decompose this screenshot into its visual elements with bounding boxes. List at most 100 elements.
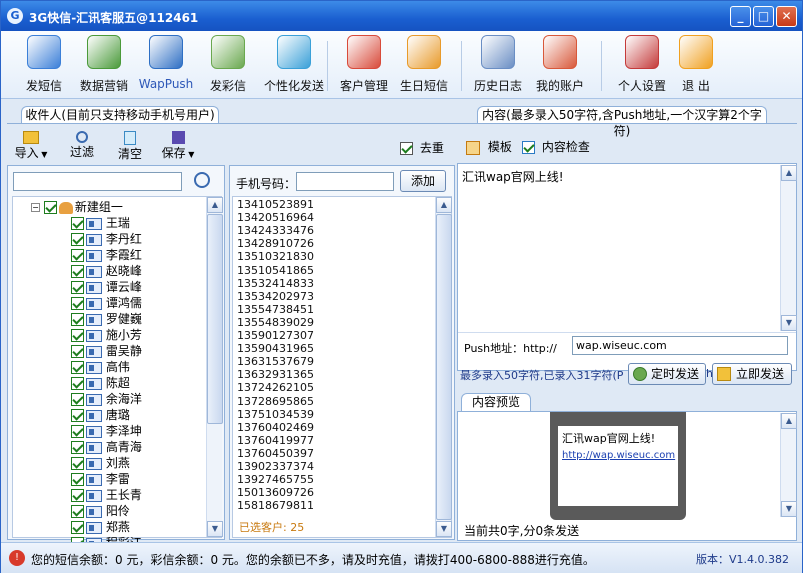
contact-checkbox[interactable] — [71, 489, 84, 502]
contact-checkbox[interactable] — [71, 473, 84, 486]
phone-scrollbar[interactable]: ▲ ▼ — [435, 197, 452, 537]
tree-contact-row[interactable]: 李霞红 — [71, 247, 142, 263]
tree-contact-row[interactable]: 郑燕 — [71, 519, 130, 535]
preview-link[interactable]: http://wap.wiseuc.com — [562, 450, 675, 461]
phone-number-item[interactable]: 13590431965 — [237, 343, 314, 355]
phone-number-item[interactable]: 13902337374 — [237, 461, 314, 473]
filter-button[interactable]: 过滤 — [66, 129, 98, 160]
content-check-button[interactable]: 内容检查 — [522, 138, 590, 155]
recipient-tree[interactable]: − 新建组一 王瑞 李丹红 李霞红 赵晓峰 谭云峰 谭鸿儒 罗健巍 施小芳 雷吴… — [12, 196, 223, 550]
tree-contact-row[interactable]: 高伟 — [71, 359, 130, 375]
tree-contact-row[interactable]: 谭云峰 — [71, 279, 142, 295]
scroll-down-icon[interactable]: ▼ — [781, 315, 797, 331]
tree-contact-row[interactable]: 唐璐 — [71, 407, 130, 423]
contact-checkbox[interactable] — [71, 521, 84, 534]
contact-checkbox[interactable] — [71, 233, 84, 246]
add-number-button[interactable]: 添加 — [400, 170, 446, 192]
phone-number-item[interactable]: 13760402469 — [237, 421, 314, 434]
tab-content[interactable]: 内容(最多录入50字符,含Push地址,一个汉字算2个字符) — [477, 106, 767, 138]
phone-number-item[interactable]: 13554738451 — [237, 303, 314, 316]
contact-checkbox[interactable] — [71, 409, 84, 422]
phone-number-item[interactable]: 13410523891 — [237, 199, 314, 211]
phone-number-item[interactable]: 15013609726 — [237, 487, 314, 499]
contact-checkbox[interactable] — [71, 361, 84, 374]
phone-number-item[interactable]: 13590127307 — [237, 330, 314, 342]
tree-scroll-up-icon[interactable]: ▲ — [207, 197, 223, 213]
toolbar-database-button[interactable]: 数据营销 — [73, 35, 135, 95]
toolbar-exit-button[interactable]: 退 出 — [665, 35, 727, 95]
tab-preview[interactable]: 内容预览 — [461, 393, 531, 411]
phone-number-item[interactable]: 13632931365 — [237, 369, 314, 381]
contact-checkbox[interactable] — [71, 281, 84, 294]
import-button[interactable]: 导入 ▼ — [13, 129, 49, 161]
contact-checkbox[interactable] — [71, 329, 84, 342]
close-button[interactable]: ✕ — [776, 6, 797, 27]
toolbar-mms-button[interactable]: 发彩信 — [197, 35, 259, 95]
collapse-icon[interactable]: − — [31, 203, 40, 212]
contact-checkbox[interactable] — [71, 441, 84, 454]
toolbar-account-chart-button[interactable]: 我的账户 — [529, 35, 591, 95]
tree-scroll-thumb[interactable] — [207, 214, 223, 424]
schedule-send-button[interactable]: 定时发送 — [628, 363, 706, 385]
tree-contact-row[interactable]: 李丹红 — [71, 231, 142, 247]
phone-number-item[interactable]: 13428910726 — [237, 238, 314, 250]
contact-checkbox[interactable] — [71, 505, 84, 518]
push-address-input[interactable] — [572, 336, 788, 355]
preview-scrollbar[interactable]: ▲ ▼ — [780, 413, 797, 517]
phone-number-item[interactable]: 13760419977 — [237, 434, 314, 447]
tree-contact-row[interactable]: 余海洋 — [71, 391, 142, 407]
phone-number-item[interactable]: 15818679811 — [237, 500, 314, 512]
tree-contact-row[interactable]: 王长青 — [71, 487, 142, 503]
phone-scroll-down-icon[interactable]: ▼ — [436, 521, 452, 537]
phone-number-item[interactable]: 13751034539 — [237, 408, 314, 421]
phone-number-item[interactable]: 13532414833 — [237, 277, 314, 290]
tree-contact-row[interactable]: 罗健巍 — [71, 311, 142, 327]
clear-button[interactable]: 清空 — [114, 129, 146, 162]
contact-checkbox[interactable] — [71, 345, 84, 358]
phone-number-input[interactable] — [296, 172, 394, 191]
contact-checkbox[interactable] — [71, 457, 84, 470]
contact-checkbox[interactable] — [71, 313, 84, 326]
tree-group-row[interactable]: − 新建组一 — [31, 199, 123, 215]
phone-number-item[interactable]: 13631537679 — [237, 356, 314, 368]
toolbar-personalized-send-button[interactable]: 个性化发送 — [259, 35, 329, 95]
tree-contact-row[interactable]: 谭鸿儒 — [71, 295, 142, 311]
maximize-button[interactable]: □ — [753, 6, 774, 27]
contact-checkbox[interactable] — [71, 393, 84, 406]
contact-checkbox[interactable] — [71, 265, 84, 278]
dedup-checkbox[interactable]: 去重 — [400, 139, 444, 156]
search-icon[interactable] — [194, 172, 210, 188]
phone-scroll-thumb[interactable] — [436, 214, 452, 520]
recipient-search-input[interactable] — [13, 172, 182, 191]
phone-number-item[interactable]: 13760450397 — [237, 447, 314, 460]
toolbar-history-log-button[interactable]: 历史日志 — [467, 35, 529, 95]
contact-checkbox[interactable] — [71, 249, 84, 262]
content-scrollbar[interactable]: ▲ ▼ — [780, 165, 797, 331]
tree-contact-row[interactable]: 施小芳 — [71, 327, 142, 343]
phone-number-item[interactable]: 13724262105 — [237, 382, 314, 394]
tree-contact-row[interactable]: 王瑞 — [71, 215, 130, 231]
tree-contact-row[interactable]: 李雷 — [71, 471, 130, 487]
contact-checkbox[interactable] — [71, 217, 84, 230]
group-checkbox[interactable] — [43, 201, 57, 214]
contact-checkbox[interactable] — [71, 297, 84, 310]
preview-scroll-down-icon[interactable]: ▼ — [781, 501, 797, 517]
tree-contact-row[interactable]: 赵晓峰 — [71, 263, 142, 279]
minimize-button[interactable]: _ — [730, 6, 751, 27]
phone-number-item[interactable]: 13424333476 — [237, 225, 314, 237]
toolbar-birthday-cake-button[interactable]: 生日短信 — [393, 35, 455, 95]
phone-number-item[interactable]: 13554839029 — [237, 316, 314, 329]
tree-contact-row[interactable]: 刘燕 — [71, 455, 130, 471]
tree-contact-row[interactable]: 高青海 — [71, 439, 142, 455]
send-now-button[interactable]: 立即发送 — [712, 363, 792, 385]
template-button[interactable]: 模板 — [466, 138, 512, 155]
phone-scroll-up-icon[interactable]: ▲ — [436, 197, 452, 213]
tree-scroll-down-icon[interactable]: ▼ — [207, 521, 223, 537]
phone-number-item[interactable]: 13510321830 — [237, 251, 314, 263]
toolbar-customers-button[interactable]: 客户管理 — [333, 35, 395, 95]
phone-number-item[interactable]: 13510541865 — [237, 264, 314, 277]
phone-number-item[interactable]: 13728695865 — [237, 395, 314, 408]
preview-scroll-up-icon[interactable]: ▲ — [781, 413, 797, 429]
scroll-up-icon[interactable]: ▲ — [781, 165, 797, 181]
tree-contact-row[interactable]: 雷吴静 — [71, 343, 142, 359]
